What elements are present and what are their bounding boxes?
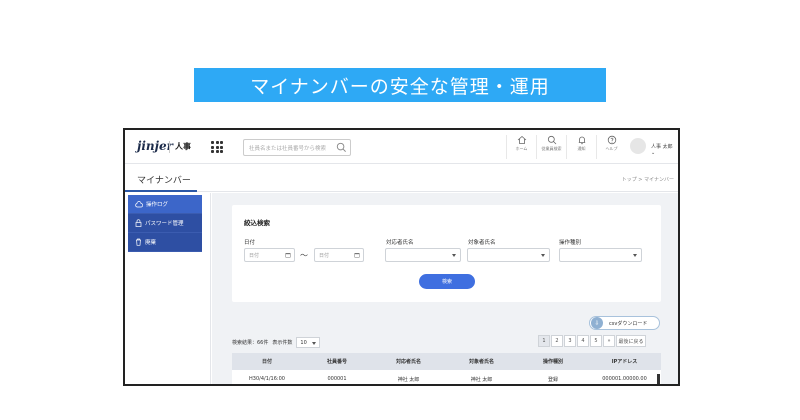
column-header-target[interactable]: 対象者氏名 [445, 353, 518, 370]
sidebar-item-label: 廃棄 [145, 240, 157, 246]
nav-help[interactable]: ヘルプ [596, 135, 626, 159]
date-from-placeholder: 日付 [249, 253, 260, 259]
chevron-down-icon [633, 254, 637, 257]
chevron-down-icon [312, 342, 317, 345]
sidebar: 操作ログ パスワード管理 廃棄 [125, 193, 211, 384]
next-page-button[interactable]: » [603, 335, 615, 347]
search-icon[interactable] [336, 142, 347, 153]
filter-panel: 絞込検索 日付 日付 〜 日付 対応者氏名 対象者氏名 操作種別 検索 [232, 205, 661, 302]
top-header: jinjer 人事 社員名または社員番号から検索 ホーム 従業員検索 通知 ヘル… [125, 130, 678, 164]
employee-search-input[interactable]: 社員名または社員番号から検索 [243, 139, 351, 156]
table-header: 日付 社員番号 対応者氏名 対象者氏名 操作種別 IPアドレス [232, 353, 661, 370]
date-label: 日付 [244, 240, 256, 246]
download-icon: ⇩ [591, 317, 603, 329]
nav-notifications[interactable]: 通知 [566, 135, 596, 159]
nav-home-label: ホーム [515, 146, 528, 151]
csv-download-button[interactable]: ⇩ csvダウンロード [589, 316, 660, 330]
search-button[interactable]: 検索 [419, 274, 475, 289]
column-header-handler[interactable]: 対応者氏名 [372, 353, 445, 370]
page-title-underline [125, 190, 197, 192]
sidebar-item-disposal[interactable]: 廃棄 [128, 233, 202, 252]
pagination: 1 2 3 4 5 » 最後に戻る [538, 335, 647, 347]
table-cell: 神社 太郎 [397, 376, 420, 383]
app-logo[interactable]: jinjer [137, 139, 173, 153]
banner-title: マイナンバーの安全な管理・運用 [194, 68, 606, 102]
result-count: 検索結果：66件 [232, 340, 269, 346]
last-page-button[interactable]: 最後に戻る [616, 335, 646, 347]
chevron-down-icon [541, 254, 545, 257]
bell-icon [578, 136, 585, 145]
search-icon [547, 135, 556, 145]
result-summary: 検索結果：66件 表示件数 10 [232, 337, 321, 348]
table-cell: 000001.00000.00 [602, 376, 647, 382]
table-cell: 000001 [327, 376, 347, 382]
home-icon [517, 135, 526, 144]
cloud-icon [135, 200, 143, 207]
sub-header: マイナンバー トップ > マイナンバー [125, 165, 678, 192]
trash-icon [136, 238, 141, 246]
calendar-icon[interactable] [354, 252, 360, 258]
filter-title: 絞込検索 [244, 219, 270, 227]
breadcrumb[interactable]: トップ > マイナンバー [622, 176, 674, 183]
nav-help-label: ヘルプ [605, 146, 618, 151]
chevron-down-icon [452, 254, 456, 257]
lock-icon [135, 219, 142, 227]
page-button[interactable]: 4 [577, 335, 589, 347]
page-button[interactable]: 3 [564, 335, 576, 347]
handler-select[interactable] [385, 248, 461, 262]
sidebar-item-label: 操作ログ [146, 202, 169, 208]
column-header-employee-number[interactable]: 社員番号 [302, 353, 372, 370]
nav-home[interactable]: ホーム [506, 135, 536, 159]
help-icon [607, 135, 616, 145]
table-row[interactable]: H30/4/1/16:00 000001 神社 太郎 神社 太郎 登録 0000… [232, 370, 661, 384]
page-title: マイナンバー [137, 176, 191, 186]
nav-notifications-label: 通知 [577, 146, 586, 151]
sidebar-item-operation-log[interactable]: 操作ログ [128, 195, 202, 214]
page-button[interactable]: 2 [551, 335, 563, 347]
date-to-placeholder: 日付 [319, 253, 330, 259]
per-page-value: 10 [300, 339, 307, 346]
date-to-input[interactable]: 日付 [314, 248, 364, 262]
sidebar-item-password[interactable]: パスワード管理 [128, 214, 202, 233]
table-cell: 登録 [547, 376, 558, 383]
logo-divider [169, 141, 170, 153]
date-from-input[interactable]: 日付 [244, 248, 295, 262]
app-screenshot: jinjer 人事 社員名または社員番号から検索 ホーム 従業員検索 通知 ヘル… [123, 128, 680, 386]
per-page-label: 表示件数 [272, 340, 293, 346]
nav-employee-search-label: 従業員検索 [541, 146, 562, 151]
page-button[interactable]: 5 [590, 335, 602, 347]
header-nav: ホーム 従業員検索 通知 ヘルプ [506, 135, 626, 159]
table-cell: 神社 太郎 [470, 376, 493, 383]
page-button[interactable]: 1 [538, 335, 550, 347]
column-header-ip[interactable]: IPアドレス [588, 353, 661, 370]
search-placeholder: 社員名または社員番号から検索 [249, 146, 327, 152]
column-header-operation[interactable]: 操作種別 [518, 353, 588, 370]
avatar[interactable] [630, 138, 646, 154]
target-select[interactable] [467, 248, 550, 262]
sidebar-item-label: パスワード管理 [145, 221, 184, 227]
column-header-date[interactable]: 日付 [232, 353, 302, 370]
app-grid-icon[interactable] [211, 141, 223, 153]
date-range-separator: 〜 [300, 251, 308, 260]
main-content: 絞込検索 日付 日付 〜 日付 対応者氏名 対象者氏名 操作種別 検索 ⇩ cs… [212, 193, 678, 384]
handler-label: 対応者氏名 [386, 240, 414, 246]
per-page-select[interactable]: 10 [296, 337, 321, 348]
table-cell: H30/4/1/16:00 [249, 376, 285, 382]
operation-label: 操作種別 [559, 240, 582, 246]
user-menu[interactable]: 人事 太郎 ⌄ [651, 143, 678, 156]
target-label: 対象者氏名 [468, 240, 496, 246]
product-name: 人事 [175, 142, 191, 151]
operation-select[interactable] [559, 248, 642, 262]
page: マイナンバーの安全な管理・運用 jinjer 人事 社員名または社員番号から検索… [0, 0, 800, 420]
calendar-icon[interactable] [285, 252, 291, 258]
csv-download-label: csvダウンロード [609, 320, 648, 327]
nav-employee-search[interactable]: 従業員検索 [536, 135, 566, 159]
scrollbar[interactable] [657, 374, 660, 384]
